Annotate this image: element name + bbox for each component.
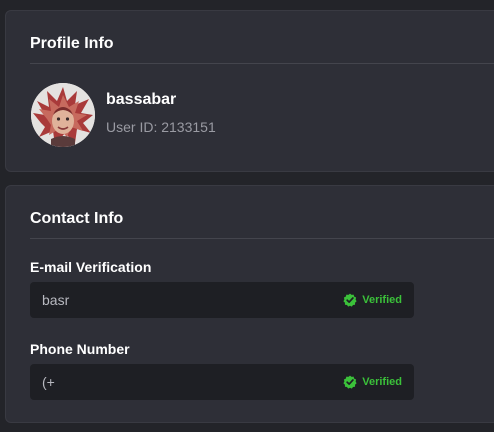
contact-info-title: Contact Info [30, 210, 124, 227]
avatar[interactable] [31, 83, 95, 147]
email-field[interactable]: basr Verified [30, 282, 414, 318]
profile-divider [30, 63, 494, 64]
username: bassabar [106, 91, 177, 108]
phone-field[interactable]: (+ Verified [30, 364, 414, 400]
profile-info-title: Profile Info [30, 35, 114, 52]
contact-info-card: Contact Info E-mail Verification basr Ve… [5, 185, 494, 423]
email-verified-badge: Verified [343, 293, 402, 307]
email-verification-label: E-mail Verification [30, 259, 152, 275]
profile-info-card: Profile Info bassabar User ID: 2133151 [5, 10, 494, 172]
user-id: User ID: 2133151 [106, 119, 216, 135]
phone-verified-text: Verified [362, 376, 402, 388]
email-value: basr [42, 292, 70, 308]
verified-badge-icon [343, 375, 357, 389]
phone-number-label: Phone Number [30, 341, 130, 357]
avatar-image [31, 83, 95, 147]
verified-badge-icon [343, 293, 357, 307]
email-verified-text: Verified [362, 294, 402, 306]
phone-value: (+ [42, 374, 55, 390]
contact-divider [30, 238, 494, 239]
phone-verified-badge: Verified [343, 375, 402, 389]
